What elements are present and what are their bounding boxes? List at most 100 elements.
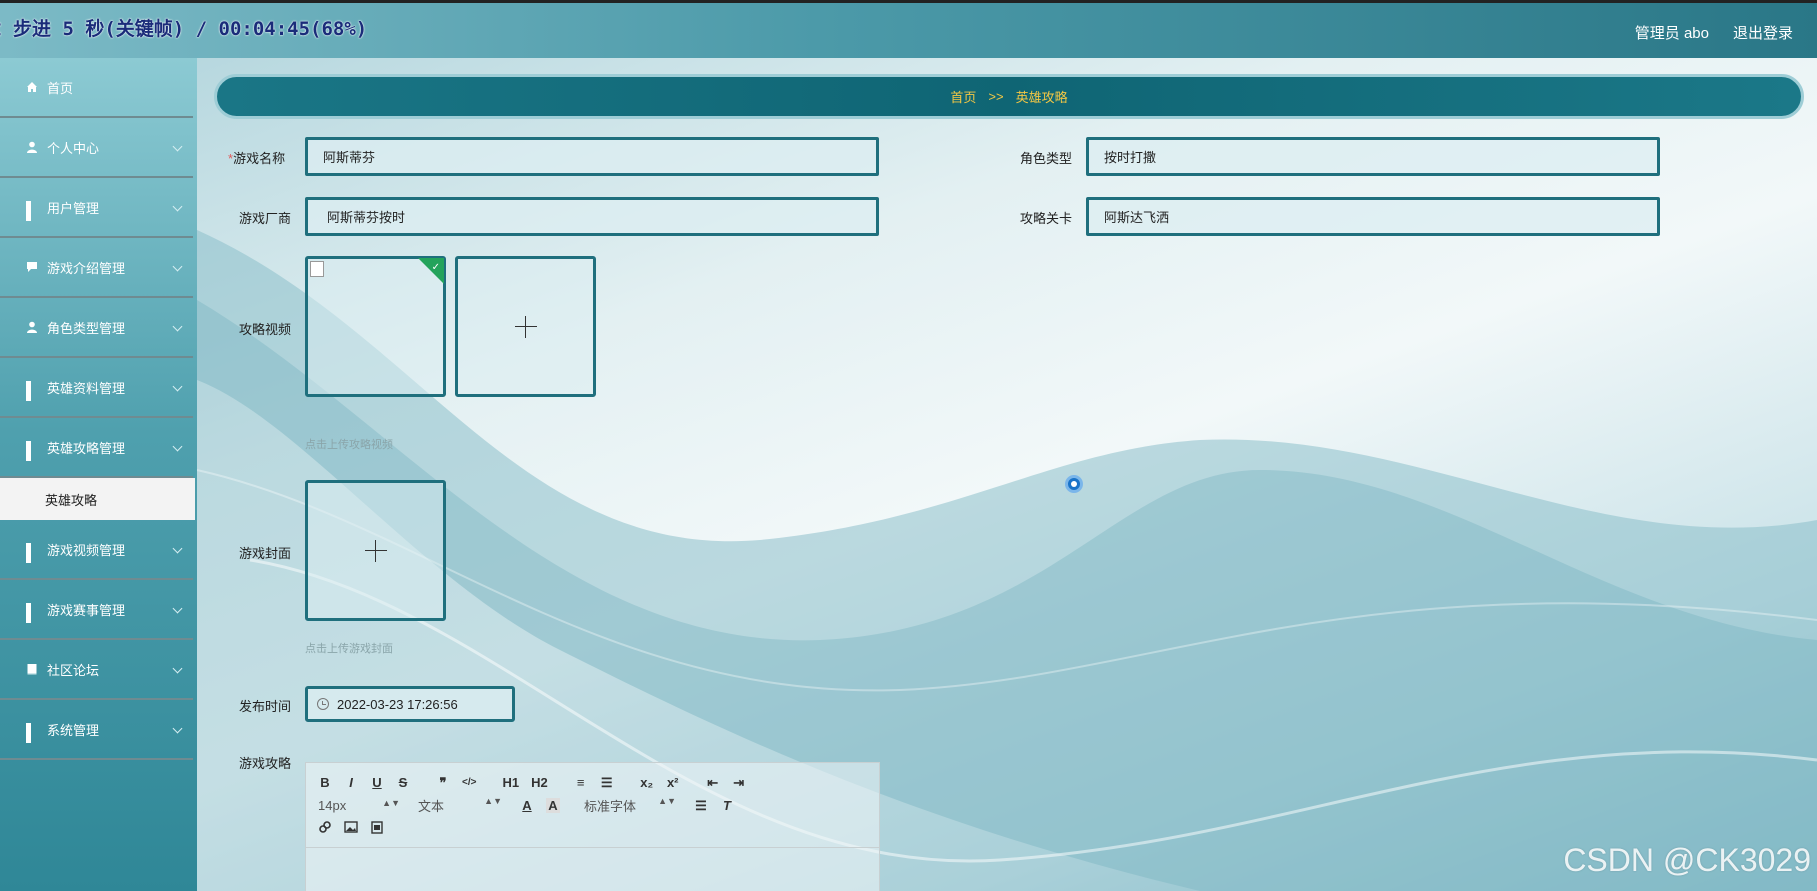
chevron-down-icon [172, 141, 183, 152]
sidebar-subitem-hero-guide[interactable]: 英雄攻略 [0, 478, 195, 520]
italic-button[interactable]: I [344, 775, 358, 790]
sidebar-item-game-video[interactable]: 游戏视频管理 [0, 520, 193, 580]
cover-label: 游戏封面 [239, 546, 292, 561]
guide-level-field[interactable]: 阿斯达飞洒 [1086, 197, 1660, 236]
chevron-down-icon [172, 723, 183, 734]
outdent-button[interactable]: ⇤ [706, 775, 720, 791]
chevron-down-icon [172, 321, 183, 332]
font-family-select[interactable]: 标准字体 ▲▼ [584, 796, 676, 815]
bullet-list-button[interactable]: ☰ [600, 775, 614, 791]
sidebar-item-label: 游戏介绍管理 [47, 260, 126, 276]
grid-icon [26, 381, 38, 401]
text-style-select[interactable]: 文本 ▲▼ [418, 796, 502, 815]
rich-text-editor[interactable]: B I U S ❞ </> H1 H2 ≡ ☰ x₂ x² ⇤ ⇥ 14px ▲… [305, 762, 880, 891]
publish-time-picker[interactable]: 2022-03-23 17:26:56 [305, 686, 515, 722]
sidebar-item-game-intro[interactable]: 游戏介绍管理 [0, 238, 193, 298]
toolbar-row-media [318, 817, 867, 840]
publish-time-value: 2022-03-23 17:26:56 [337, 696, 458, 712]
grid-icon [26, 543, 38, 563]
chevron-down-icon [172, 603, 183, 614]
strike-button[interactable]: S [396, 775, 410, 790]
breadcrumb-home[interactable]: 首页 [950, 87, 976, 106]
font-size-select[interactable]: 14px ▲▼ [318, 798, 400, 813]
cover-upload-button[interactable] [305, 480, 446, 621]
video-thumbnail[interactable]: ✓ [305, 256, 446, 397]
sidebar-item-game-event[interactable]: 游戏赛事管理 [0, 580, 193, 640]
person-icon [26, 141, 38, 153]
sidebar-item-label: 系统管理 [47, 722, 100, 738]
video-upload-hint: 点击上传攻略视频 [305, 439, 393, 451]
video-icon[interactable] [370, 820, 384, 837]
publish-time-label: 发布时间 [239, 699, 292, 714]
book-icon [26, 663, 38, 675]
sidebar-item-system[interactable]: 系统管理 [0, 700, 193, 760]
video-upload-button[interactable] [455, 256, 596, 397]
role-type-field[interactable]: 按时打撒 [1086, 137, 1660, 176]
plus-icon [364, 539, 387, 562]
clear-format-icon[interactable]: T [720, 798, 734, 813]
font-size-value: 14px [318, 798, 347, 813]
superscript-button[interactable]: x² [666, 775, 680, 790]
image-icon[interactable] [344, 821, 358, 836]
sidebar-item-label: 游戏视频管理 [47, 542, 126, 558]
code-block-button[interactable]: </> [462, 777, 476, 788]
bold-button[interactable]: B [318, 775, 332, 790]
header-actions: 管理员 abo 退出登录 [1635, 22, 1793, 43]
sidebar-item-home[interactable]: 首页 [0, 58, 193, 118]
cover-upload-hint: 点击上传游戏封面 [305, 643, 393, 655]
chevron-down-icon [172, 441, 183, 452]
toolbar-row-styles: 14px ▲▼ 文本 ▲▼ A A 标准字体 ▲▼ ☰ T [318, 794, 867, 817]
vendor-label: 游戏厂商 [239, 211, 292, 226]
ordered-list-button[interactable]: ≡ [574, 775, 588, 790]
sidebar-item-label: 首页 [47, 80, 74, 96]
sidebar-item-role-type[interactable]: 角色类型管理 [0, 298, 193, 358]
font-color-icon[interactable]: A [520, 798, 534, 813]
chat-icon [26, 261, 38, 273]
sidebar-item-user-management[interactable]: 用户管理 [0, 178, 193, 238]
sidebar-item-personal-center[interactable]: 个人中心 [0, 118, 193, 178]
chevron-down-icon [172, 663, 183, 674]
editor-toolbar: B I U S ❞ </> H1 H2 ≡ ☰ x₂ x² ⇤ ⇥ 14px ▲… [306, 763, 879, 848]
home-icon [26, 81, 38, 93]
video-label: 攻略视频 [239, 322, 292, 337]
chevron-down-icon [172, 381, 183, 392]
heading2-button[interactable]: H2 [531, 775, 548, 790]
subscript-button[interactable]: x₂ [640, 775, 654, 790]
font-family-value: 标准字体 [584, 799, 637, 814]
breadcrumb-current: 英雄攻略 [1015, 90, 1068, 105]
select-arrow-icon: ▲▼ [658, 796, 676, 806]
toolbar-row-format: B I U S ❞ </> H1 H2 ≡ ☰ x₂ x² ⇤ ⇥ [318, 771, 867, 794]
blockquote-button[interactable]: ❞ [436, 775, 450, 791]
breadcrumb: 首页 >> 英雄攻略 [214, 74, 1804, 119]
underline-button[interactable]: U [370, 775, 384, 790]
game-name-label-text: 游戏名称 [233, 151, 286, 166]
sidebar-item-label: 角色类型管理 [47, 320, 126, 336]
indent-button[interactable]: ⇥ [732, 775, 746, 791]
role-type-label: 角色类型 [1020, 151, 1073, 166]
plus-icon [514, 315, 537, 338]
grid-icon [26, 603, 38, 623]
game-name-label: *游戏名称 [228, 148, 285, 167]
sidebar-item-label: 用户管理 [47, 200, 100, 216]
sidebar-item-forum[interactable]: 社区论坛 [0, 640, 193, 700]
text-style-value: 文本 [418, 799, 445, 814]
sidebar-item-hero-guide[interactable]: 英雄攻略管理 [0, 418, 193, 478]
vendor-field[interactable]: 阿斯蒂芬按时 [305, 197, 879, 236]
heading1-button[interactable]: H1 [502, 775, 519, 790]
grid-icon [26, 723, 38, 743]
background-color-icon[interactable]: A [546, 798, 560, 813]
logout-button[interactable]: 退出登录 [1733, 22, 1793, 43]
chevron-down-icon [172, 543, 183, 554]
guide-content-label: 游戏攻略 [239, 756, 292, 771]
align-icon[interactable]: ☰ [694, 798, 708, 814]
breadcrumb-separator: >> [988, 89, 1004, 104]
person-icon [26, 321, 38, 333]
game-name-field[interactable]: 阿斯蒂芬 [305, 137, 879, 176]
admin-user-label[interactable]: 管理员 abo [1635, 22, 1709, 43]
video-overlay-title: ：步进 5 秒(关键帧) / 00:04:45(68%) [0, 18, 368, 40]
sidebar: 首页 个人中心 用户管理 游戏介绍管理 角色类型管理 英雄资料管理 英雄攻略管理 [0, 58, 197, 891]
sidebar-item-label: 个人中心 [47, 140, 100, 156]
sidebar-item-hero-info[interactable]: 英雄资料管理 [0, 358, 193, 418]
link-icon[interactable] [318, 820, 332, 837]
sidebar-item-label: 社区论坛 [47, 662, 100, 678]
